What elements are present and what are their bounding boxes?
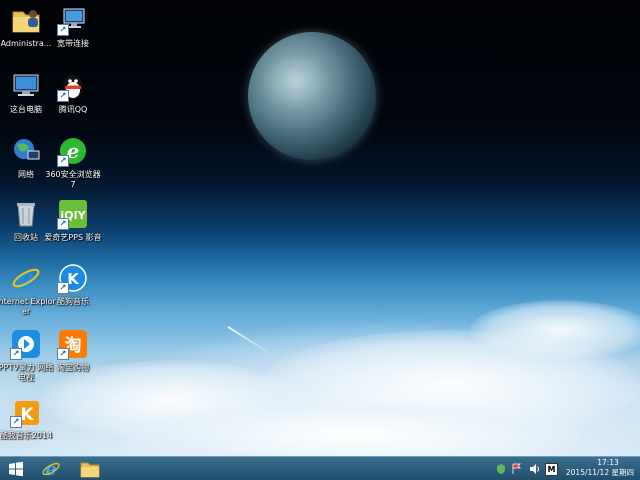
desktop-icon-iqiyi[interactable]: iQIY ↗ 爱奇艺PPS 影音 [43, 198, 103, 243]
shortcut-arrow-icon: ↗ [57, 90, 69, 102]
ime-label: M [547, 465, 556, 474]
shortcut-arrow-icon: ↗ [10, 416, 22, 428]
taskbar-ie-button[interactable]: e [38, 459, 64, 479]
icon-label: 宽带连接 [57, 39, 89, 48]
icon-label: 腾讯QQ [58, 105, 88, 114]
ie-icon: e [10, 262, 42, 294]
taobao-icon: 淘 ↗ [57, 328, 89, 360]
shortcut-arrow-icon: ↗ [57, 24, 69, 36]
svg-text:K: K [67, 270, 80, 288]
network-globe-icon [10, 135, 42, 167]
tray-shield-icon[interactable] [494, 462, 508, 476]
ie-icon: e [42, 459, 60, 479]
broadband-connection-icon: ↗ [57, 4, 89, 36]
icon-label: 酷狗音乐 [57, 297, 89, 306]
cloud [470, 300, 640, 360]
desktop-icon-kuwo[interactable]: K ↗ 酷我音乐2014 [0, 396, 56, 441]
desktop-background: Administra... 这台电脑 网络 回收站 e Internet Exp… [0, 0, 640, 456]
icon-label: 酷我音乐2014 [0, 431, 53, 440]
clock-date: 2015/11/12 星期四 [565, 468, 634, 477]
iqiyi-icon: iQIY ↗ [57, 198, 89, 230]
clock-time: 17:13 [597, 458, 619, 467]
svg-text:e: e [45, 459, 56, 479]
shortcut-arrow-icon: ↗ [57, 218, 69, 230]
taskbar: e M 17:13 2015/11/12 星期四 [0, 456, 640, 480]
desktop-icon-kugou[interactable]: K ↗ 酷狗音乐 [43, 262, 103, 307]
desktop-icon-broadband[interactable]: ↗ 宽带连接 [43, 4, 103, 49]
desktop-icon-qq[interactable]: ↗ 腾讯QQ [43, 70, 103, 115]
windows-logo-icon [9, 461, 23, 477]
desktop-icon-360-browser[interactable]: e ↗ 360安全浏览器7 [43, 135, 103, 190]
desktop-icon-taobao[interactable]: 淘 ↗ 淘宝购物 [43, 328, 103, 373]
icon-label: 淘宝购物 [57, 363, 89, 372]
tray-ime-indicator[interactable]: M [545, 463, 558, 476]
contrail [227, 326, 275, 357]
recycle-bin-icon [10, 198, 42, 230]
folder-icon [80, 462, 100, 478]
computer-icon [10, 70, 42, 102]
tray-flag-icon[interactable] [510, 462, 524, 476]
shortcut-arrow-icon: ↗ [10, 348, 22, 360]
shortcut-arrow-icon: ↗ [57, 155, 69, 167]
shortcut-arrow-icon: ↗ [57, 282, 69, 294]
svg-text:K: K [20, 405, 34, 425]
shortcut-arrow-icon: ↗ [57, 348, 69, 360]
planet-image [248, 32, 376, 160]
taskbar-file-explorer-button[interactable] [76, 459, 104, 479]
kugou-music-icon: K ↗ [57, 262, 89, 294]
360-browser-icon: e ↗ [57, 135, 89, 167]
folder-user-icon [10, 4, 42, 36]
start-button[interactable] [4, 459, 28, 479]
kuwo-music-icon: K ↗ [10, 396, 42, 428]
pptv-icon: ↗ [10, 328, 42, 360]
icon-label: 360安全浏览器7 [45, 170, 101, 189]
svg-text:e: e [17, 263, 35, 293]
qq-penguin-icon: ↗ [57, 70, 89, 102]
tray-clock[interactable]: 17:13 2015/11/12 星期四 [562, 458, 634, 478]
tray-volume-icon[interactable] [528, 462, 542, 476]
icon-label: 爱奇艺PPS 影音 [44, 233, 102, 242]
